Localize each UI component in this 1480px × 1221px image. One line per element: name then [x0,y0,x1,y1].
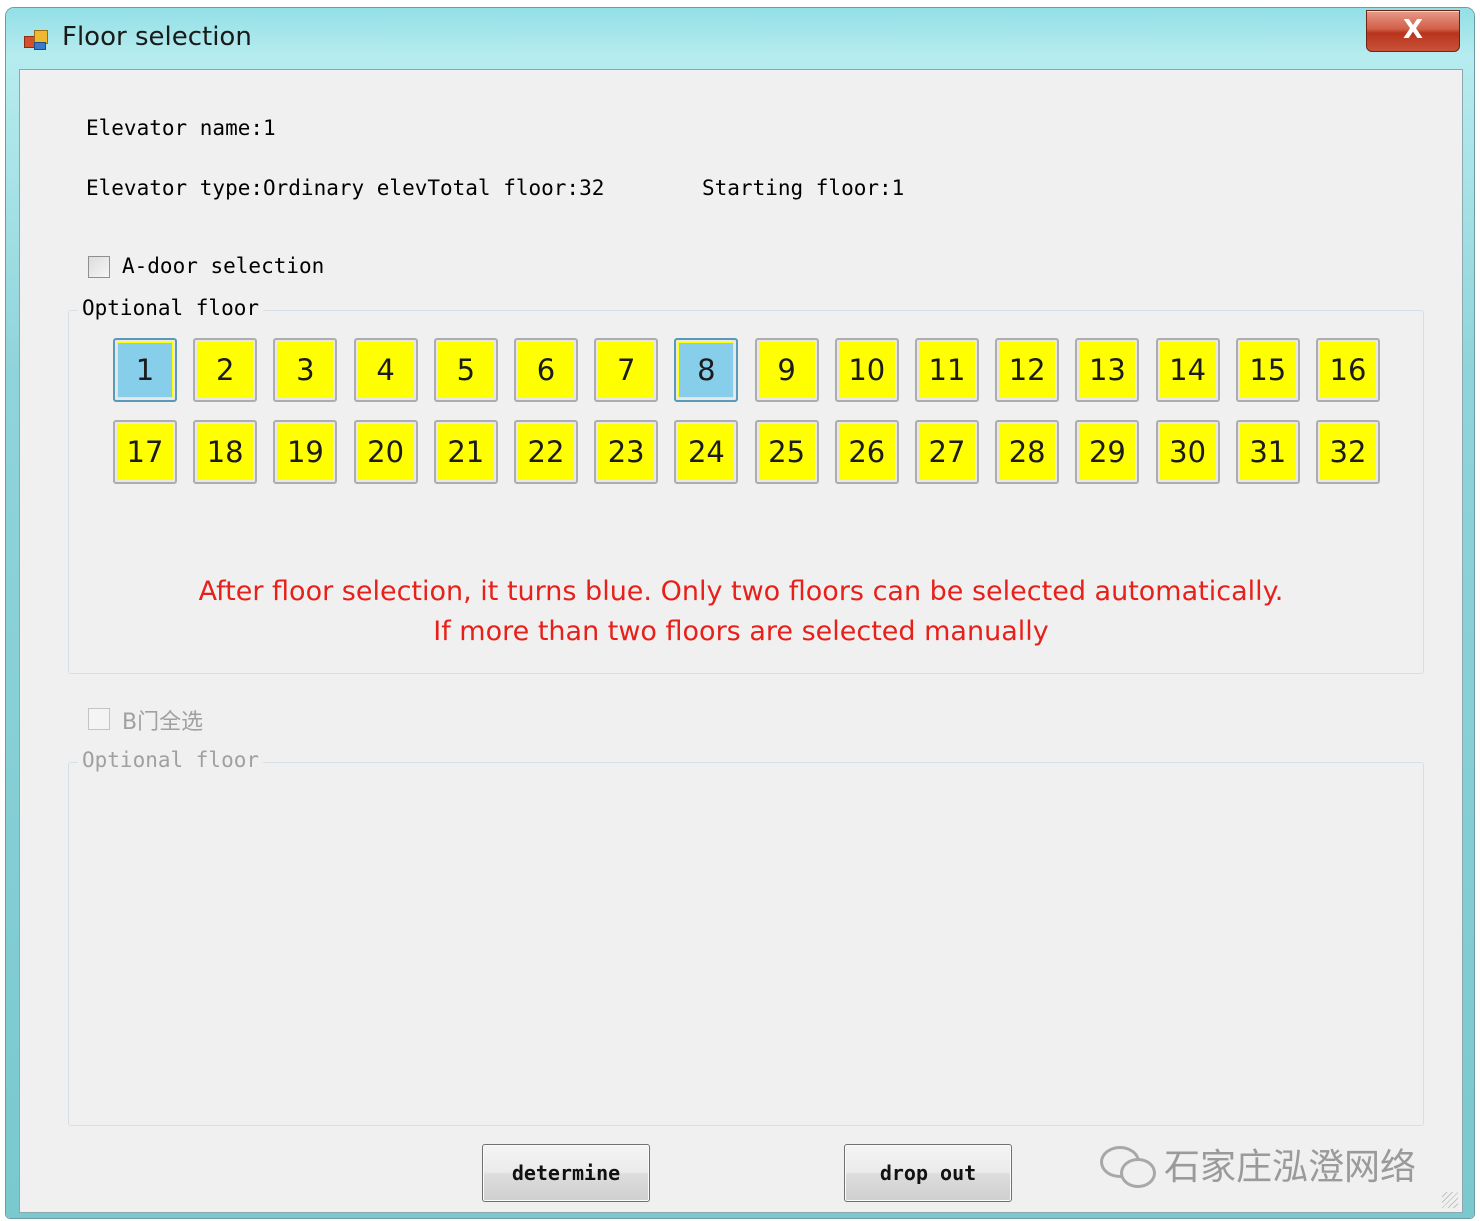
floor-button-label: 28 [1000,425,1055,479]
floor-button-32[interactable]: 32 [1316,420,1380,484]
floor-selection-window: Floor selection X Elevator name:1 Elevat… [6,8,1474,1218]
floor-button-22[interactable]: 22 [514,420,578,484]
a-door-group-title: Optional floor [78,296,264,320]
elevator-type-label: Elevator type:Ordinary elevTotal floor:3… [86,176,605,200]
selection-note-line-1: After floor selection, it turns blue. On… [198,576,1284,607]
floor-button-5[interactable]: 5 [433,338,498,402]
wechat-icon [1100,1142,1156,1188]
floor-button-label: 13 [1080,343,1135,397]
floor-button-label: 31 [1240,425,1295,479]
floor-button-11[interactable]: 11 [915,338,979,402]
floor-button-19[interactable]: 19 [273,420,338,484]
floor-button-label: 3 [278,343,333,397]
resize-grip[interactable] [1442,1192,1458,1208]
floor-button-21[interactable]: 21 [433,420,498,484]
floor-button-label: 10 [839,343,894,397]
floor-button-9[interactable]: 9 [754,338,819,402]
floor-button-27[interactable]: 27 [915,420,979,484]
floor-button-label: 30 [1160,425,1215,479]
title-bar[interactable]: Floor selection X [6,8,1474,68]
floor-button-label: 19 [278,425,333,479]
floor-button-17[interactable]: 17 [113,420,177,484]
floor-button-label: 1 [118,343,172,397]
floor-button-label: 22 [519,425,573,479]
floor-button-7[interactable]: 7 [594,338,659,402]
starting-floor-label: Starting floor:1 [702,176,905,200]
floor-button-label: 16 [1321,343,1375,397]
floor-button-16[interactable]: 16 [1316,338,1380,402]
floor-button-31[interactable]: 31 [1235,420,1300,484]
floor-button-23[interactable]: 23 [594,420,659,484]
watermark: 石家庄泓澄网络 [1100,1138,1416,1190]
floor-button-label: 6 [519,343,573,397]
floor-button-label: 21 [438,425,493,479]
floor-button-label: 23 [599,425,654,479]
close-button[interactable]: X [1366,10,1460,52]
floor-button-25[interactable]: 25 [754,420,819,484]
b-door-select-all-checkbox[interactable] [88,708,110,730]
floor-button-label: 20 [358,425,413,479]
floor-button-label: 14 [1160,343,1215,397]
floor-button-15[interactable]: 15 [1235,338,1300,402]
floor-button-label: 29 [1080,425,1135,479]
floor-button-29[interactable]: 29 [1075,420,1140,484]
floor-button-2[interactable]: 2 [193,338,258,402]
b-door-group-title: Optional floor [78,748,264,772]
dialog-client-area: Elevator name:1 Elevator type:Ordinary e… [19,69,1463,1213]
window-title: Floor selection [62,22,252,52]
floor-button-label: 26 [839,425,894,479]
floor-button-label: 12 [1000,343,1055,397]
floor-button-label: 15 [1240,343,1295,397]
floor-button-label: 2 [198,343,253,397]
floor-button-label: 32 [1321,425,1375,479]
floor-button-12[interactable]: 12 [995,338,1060,402]
floor-button-28[interactable]: 28 [995,420,1060,484]
floor-button-label: 7 [599,343,654,397]
floor-button-label: 5 [438,343,493,397]
a-door-select-all-checkbox[interactable] [88,256,110,278]
floor-button-26[interactable]: 26 [834,420,899,484]
watermark-text: 石家庄泓澄网络 [1164,1147,1417,1188]
floor-button-20[interactable]: 20 [353,420,418,484]
a-door-select-all-label[interactable]: A-door selection [122,254,324,278]
floor-button-label: 27 [920,425,974,479]
floor-button-label: 11 [920,343,974,397]
floor-button-10[interactable]: 10 [834,338,899,402]
floor-button-label: 24 [679,425,734,479]
b-door-floor-group [68,762,1424,1126]
floor-button-4[interactable]: 4 [353,338,418,402]
floor-button-14[interactable]: 14 [1155,338,1220,402]
floor-button-label: 25 [759,425,814,479]
floor-button-label: 4 [358,343,413,397]
b-door-select-all-label[interactable]: B门全选 [122,704,203,736]
floor-button-label: 8 [679,343,734,397]
elevator-name-label: Elevator name:1 [86,116,276,140]
floor-button-1[interactable]: 1 [113,338,177,402]
drop-out-button[interactable]: drop out [844,1144,1012,1202]
floor-button-3[interactable]: 3 [273,338,338,402]
determine-button[interactable]: determine [482,1144,650,1202]
floor-button-label: 18 [198,425,253,479]
floor-button-30[interactable]: 30 [1155,420,1220,484]
floor-button-18[interactable]: 18 [193,420,258,484]
floor-button-label: 9 [759,343,814,397]
floor-button-8[interactable]: 8 [674,338,739,402]
app-icon [24,28,48,50]
floor-button-6[interactable]: 6 [514,338,578,402]
floor-button-13[interactable]: 13 [1075,338,1140,402]
floor-button-label: 17 [118,425,172,479]
selection-note-line-2: If more than two floors are selected man… [433,616,1049,647]
floor-button-24[interactable]: 24 [674,420,739,484]
